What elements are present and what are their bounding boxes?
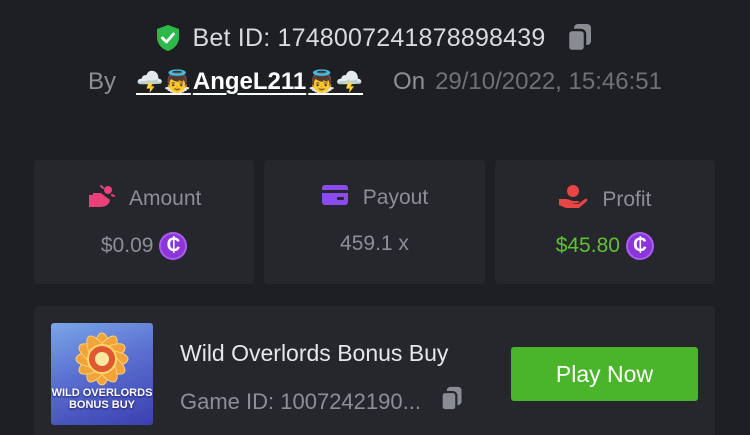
game-name[interactable]: Wild Overlords Bonus Buy (180, 340, 448, 367)
payout-label: Payout (362, 186, 429, 209)
thumb-title-line2: BONUS BUY (68, 399, 135, 411)
card-icon (321, 184, 349, 212)
copy-icon[interactable] (565, 22, 595, 54)
user-emoji-right: 👼🌩️ (308, 69, 364, 94)
bet-timestamp: 29/10/2022, 15:46:51 (435, 68, 662, 95)
stats-cards: Amount $0.09 ₵ Payout 459.1 x Profit $45… (34, 160, 715, 284)
bet-details-page: Bet ID: 1748007241878898439 By 🌩️👼 AngeL… (0, 0, 750, 435)
user-name: AngeL211 (192, 68, 307, 95)
shield-check-icon (155, 24, 181, 52)
game-id-row: Game ID: 1007242190... (180, 385, 465, 419)
bet-id-text: Bet ID: 1748007241878898439 (192, 23, 546, 52)
coin-icon: ₵ (625, 232, 654, 260)
game-panel: WILD OVERLORDS BONUS BUY Wild Overlords … (34, 306, 715, 435)
author-row: By 🌩️👼 AngeL211 👼🌩️ On 29/10/2022, 15:46… (0, 64, 750, 100)
game-id-text: Game ID: 1007242190... (180, 389, 421, 414)
game-thumbnail[interactable]: WILD OVERLORDS BONUS BUY (51, 323, 153, 425)
play-now-button[interactable]: Play Now (511, 347, 698, 401)
user-link[interactable]: 🌩️👼 AngeL211 👼🌩️ (136, 68, 363, 96)
amount-label: Amount (128, 187, 202, 210)
profit-card: Profit $45.80 ₵ (494, 160, 715, 284)
coin-icon: ₵ (159, 232, 188, 260)
user-emoji-left: 🌩️👼 (136, 69, 191, 94)
payout-value: 459.1 x (340, 232, 409, 255)
thumb-title-line1: WILD OVERLORDS (51, 387, 153, 399)
profit-label: Profit (602, 188, 652, 211)
bet-id-row: Bet ID: 1748007241878898439 (0, 18, 750, 58)
amount-value: $0.09 (100, 234, 154, 257)
hand-coin-icon (558, 184, 588, 216)
profit-value: $45.80 (555, 234, 620, 257)
payout-card: Payout 459.1 x (264, 160, 485, 284)
amount-card: Amount $0.09 ₵ (34, 160, 255, 284)
copy-icon[interactable] (439, 385, 465, 419)
by-label: By (88, 68, 117, 95)
on-label: On (393, 68, 426, 95)
money-bag-icon (87, 184, 115, 214)
